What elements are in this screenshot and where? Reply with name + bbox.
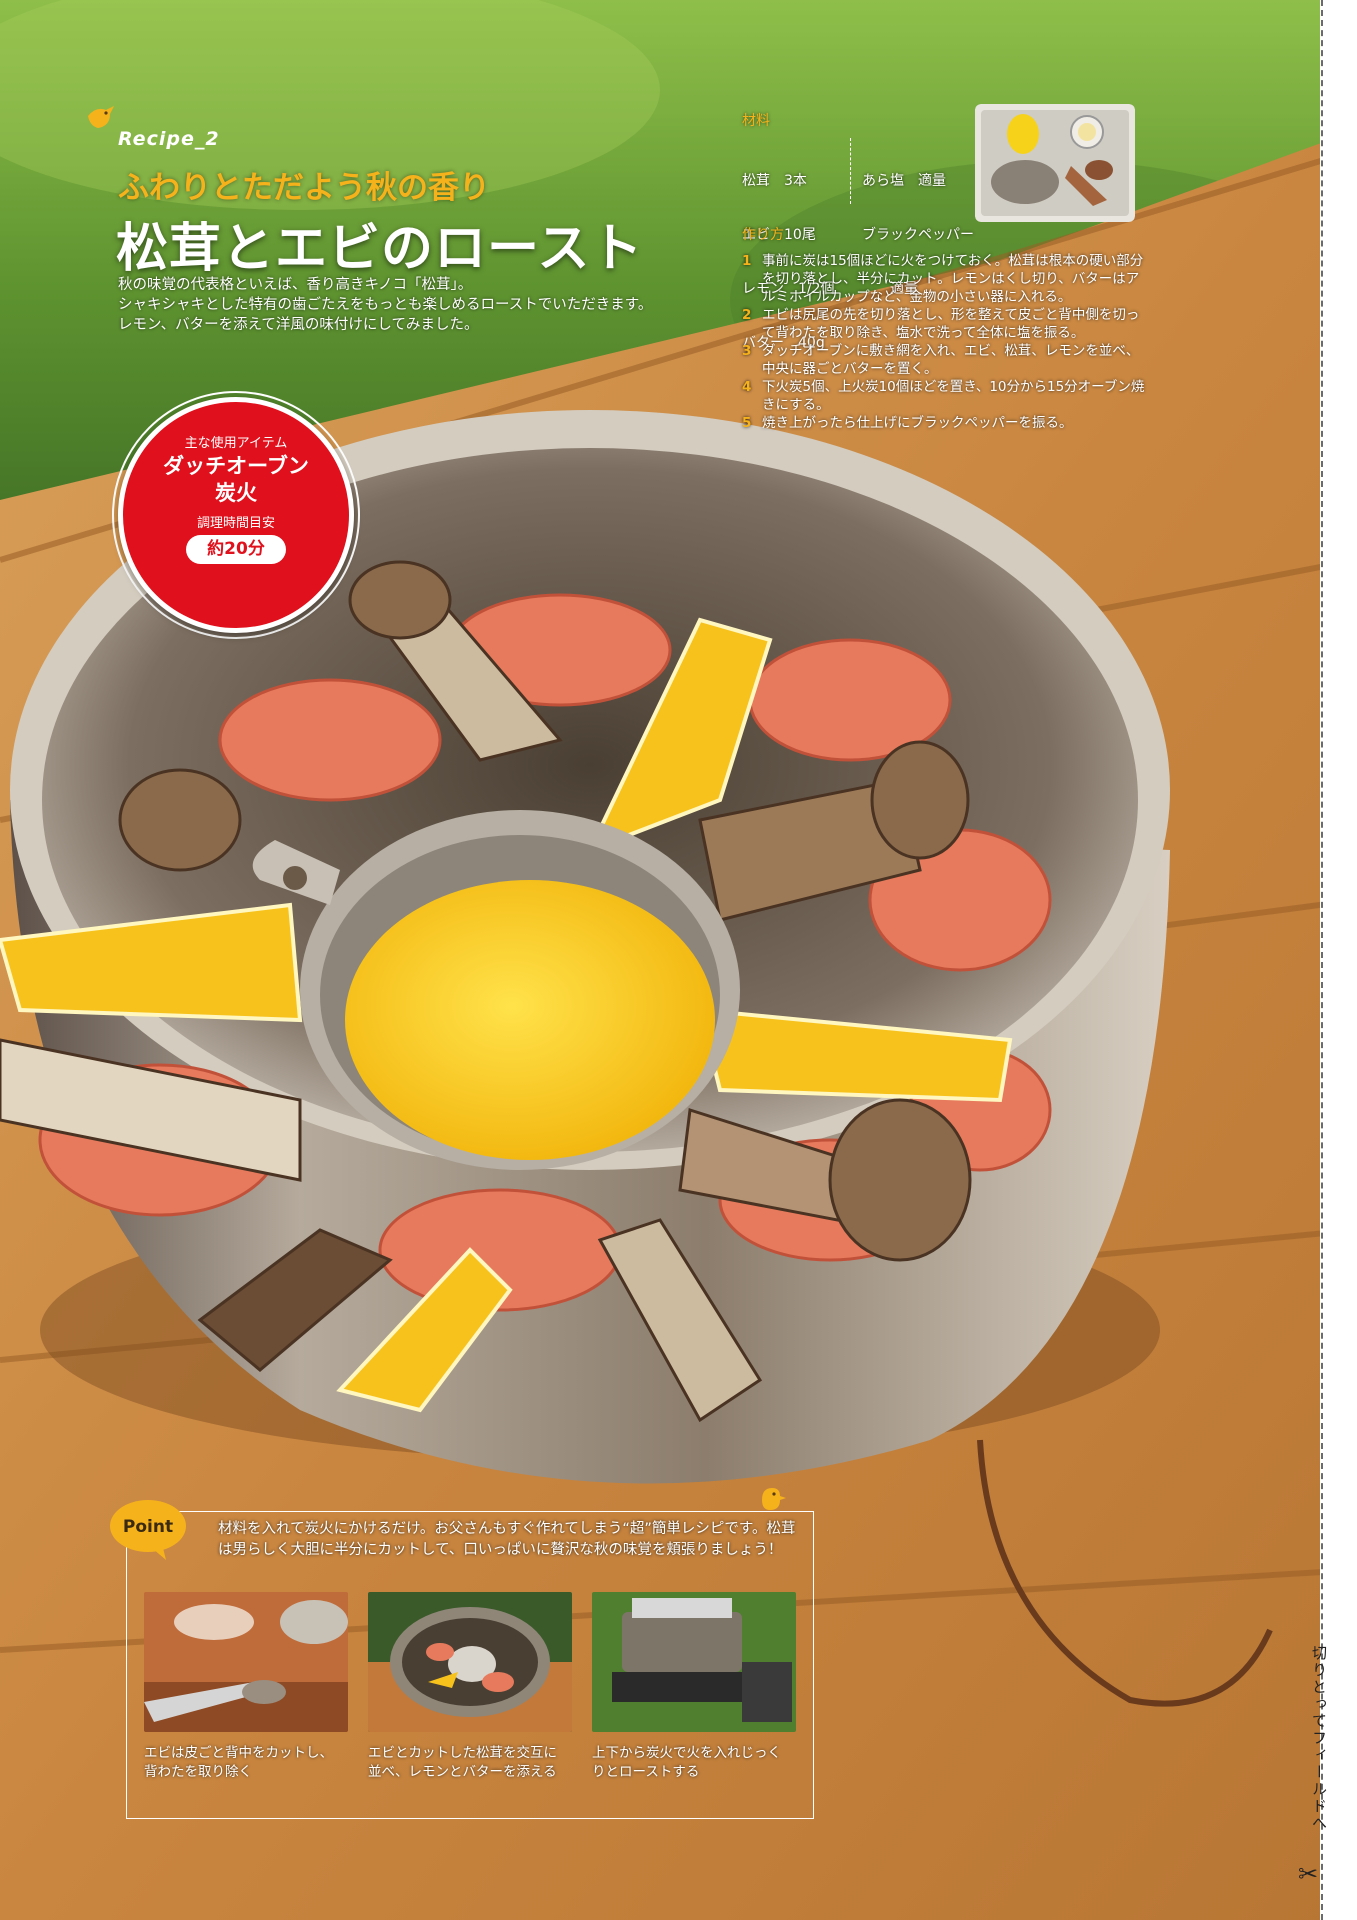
ingredient-item: 松茸 3本 <box>742 173 807 189</box>
step-text: 事前に炭は15個ほどに火をつけておく。松茸は根本の硬い部分を切り落とし、半分にカ… <box>762 253 1144 305</box>
caption-line: 背わたを取り除く <box>144 1764 252 1780</box>
ingredient-item: ブラックペッパー <box>862 227 974 243</box>
step-text: 焼き上がったら仕上げにブラックペッパーを振る。 <box>762 415 1073 431</box>
step-caption: 上下から炭火で火を入れじっく りとローストする <box>592 1744 802 1782</box>
caption-line: 上下から炭火で火を入れじっく <box>592 1745 781 1761</box>
equipment-badge: 主な使用アイテム ダッチオーブン 炭火 調理時間目安 約20分 <box>118 397 354 633</box>
step-item: 4 下火炭5個、上火炭10個ほどを置き、10分から15分オーブン焼きにする。 <box>742 378 1150 414</box>
side-label: 切りとってフィールドへ <box>1310 1645 1328 1832</box>
step-text: エビは尻尾の先を切り落とし、形を整えて皮ごと背中側を切って背わたを取り除き、塩水… <box>762 307 1140 341</box>
step-text: 下火炭5個、上火炭10個ほどを置き、10分から15分オーブン焼きにする。 <box>762 379 1145 413</box>
badge-item-label: 主な使用アイテム <box>184 436 288 451</box>
step-item: 1 事前に炭は15個ほどに火をつけておく。松茸は根本の硬い部分を切り落とし、半分に… <box>742 252 1150 306</box>
recipe-subtitle: ふわりとただよう秋の香り <box>118 170 490 206</box>
step-item: 5 焼き上がったら仕上げにブラックペッパーを振る。 <box>742 414 1150 432</box>
intro-line: レモン、バターを添えて洋風の味付けにしてみました。 <box>118 317 479 333</box>
badge-time-value: 約20分 <box>186 535 286 564</box>
caption-line: エビは皮ごと背中をカットし、 <box>144 1745 333 1761</box>
recipe-intro: 秋の味覚の代表格といえば、香り高きキノコ「松茸」。 シャキシャキとした特有の歯ご… <box>118 275 678 335</box>
steps-list: 1 事前に炭は15個ほどに火をつけておく。松茸は根本の硬い部分を切り落とし、半分に… <box>742 252 1150 432</box>
cut-line <box>1321 0 1323 1920</box>
ingredients-heading: 材料 <box>742 113 770 129</box>
step-photo-shrimp <box>144 1592 348 1732</box>
point-text-line: 材料を入れて炭火にかけるだけ。お父さんもすぐ作れてしまう“超”簡単レシピです。松… <box>218 1521 796 1537</box>
step-number: 1 <box>742 253 752 269</box>
step-photo-roast <box>592 1592 796 1732</box>
recipe-number: Recipe_2 <box>118 128 220 150</box>
caption-line: エビとカットした松茸を交互に <box>368 1745 557 1761</box>
recipe-title: 松茸とエビのロースト <box>116 219 644 279</box>
ingredient-item: あら塩 適量 <box>862 173 946 189</box>
steps-heading: 作り方 <box>742 227 784 243</box>
caption-line: りとローストする <box>592 1764 700 1780</box>
step-number: 5 <box>742 415 752 431</box>
point-label: Point <box>123 1517 173 1537</box>
step-number: 4 <box>742 379 752 395</box>
step-caption: エビとカットした松茸を交互に 並べ、レモンとバターを添える <box>368 1744 578 1782</box>
badge-time-label: 調理時間目安 <box>196 516 275 531</box>
ingredients-divider <box>850 138 851 204</box>
step-number: 2 <box>742 307 752 323</box>
ingredients-photo <box>975 104 1135 222</box>
step-text: ダッチオーブンに敷き網を入れ、エビ、松茸、レモンを並べ、中央に器ごとバターを置く… <box>762 343 1140 377</box>
badge-item: 炭火 <box>215 481 257 505</box>
scissors-icon: ✂ <box>1298 1860 1319 1888</box>
step-number: 3 <box>742 343 752 359</box>
step-caption: エビは皮ごと背中をカットし、 背わたを取り除く <box>144 1744 354 1782</box>
bird-icon <box>88 106 114 128</box>
cut-strip <box>1320 0 1357 1920</box>
step-item: 3 ダッチオーブンに敷き網を入れ、エビ、松茸、レモンを並べ、中央に器ごとバターを置… <box>742 342 1150 378</box>
point-text-line: は男らしく大胆に半分にカットして、口いっぱいに贅沢な秋の味覚を頬張りましょう！ <box>218 1542 783 1558</box>
point-bubble: Point <box>110 1500 186 1560</box>
intro-line: 秋の味覚の代表格といえば、香り高きキノコ「松茸」。 <box>118 277 473 293</box>
badge-item: ダッチオーブン <box>163 454 309 478</box>
intro-line: シャキシャキとした特有の歯ごたえをもっとも楽しめるローストでいただきます。 <box>118 297 653 313</box>
caption-line: 並べ、レモンとバターを添える <box>368 1764 557 1780</box>
step-item: 2 エビは尻尾の先を切り落とし、形を整えて皮ごと背中側を切って背わたを取り除き、塩… <box>742 306 1150 342</box>
bird-icon <box>762 1488 786 1510</box>
point-text: 材料を入れて炭火にかけるだけ。お父さんもすぐ作れてしまう“超”簡単レシピです。松… <box>218 1519 804 1561</box>
step-photo-arrange <box>368 1592 572 1732</box>
badge-items: ダッチオーブン 炭火 <box>123 453 349 507</box>
